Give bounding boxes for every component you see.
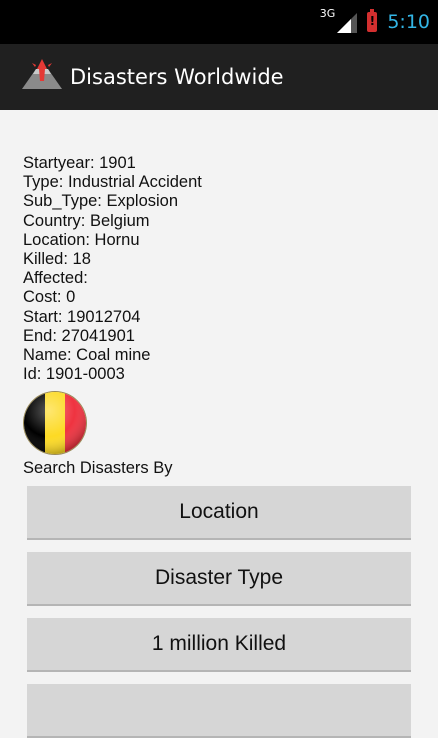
disaster-type-button[interactable]: Disaster Type [27, 552, 411, 607]
status-icons: 3G 5:10 [320, 0, 430, 44]
cost-text: Cost: 0 [23, 288, 76, 307]
killed-text: Killed: 18 [23, 249, 91, 268]
start-date-text: Start: 19012704 [23, 307, 141, 326]
belgium-flag-icon [24, 392, 86, 455]
type-text: Type: Industrial Accident [23, 173, 202, 192]
affected-text: Affected: [23, 269, 88, 288]
sub-type-text: Sub_Type: Explosion [23, 192, 179, 211]
disaster-details: Startyear: 1901 Type: Industrial Acciden… [0, 110, 438, 738]
clock: 5:10 [387, 11, 430, 33]
status-bar: 3G 5:10 [0, 0, 438, 44]
action-bar: Disasters Worldwide [0, 44, 438, 110]
location-text: Location: Hornu [23, 230, 140, 249]
id-text: Id: 1901-0003 [23, 365, 125, 384]
search-heading: Search Disasters By [23, 459, 173, 478]
country-text: Country: Belgium [23, 211, 150, 230]
start-year-text: Startyear: 1901 [23, 154, 136, 172]
battery-low-icon [367, 9, 378, 32]
network-type-label: 3G [319, 6, 336, 20]
location-button[interactable]: Location [27, 486, 411, 541]
volcano-icon[interactable] [22, 57, 62, 97]
next-button-partial[interactable] [27, 684, 411, 738]
name-text: Name: Coal mine [23, 345, 151, 364]
signal-icon [337, 13, 358, 33]
app-title: Disasters Worldwide [70, 65, 284, 89]
million-killed-button[interactable]: 1 million Killed [27, 618, 411, 673]
end-date-text: End: 27041901 [23, 326, 135, 345]
